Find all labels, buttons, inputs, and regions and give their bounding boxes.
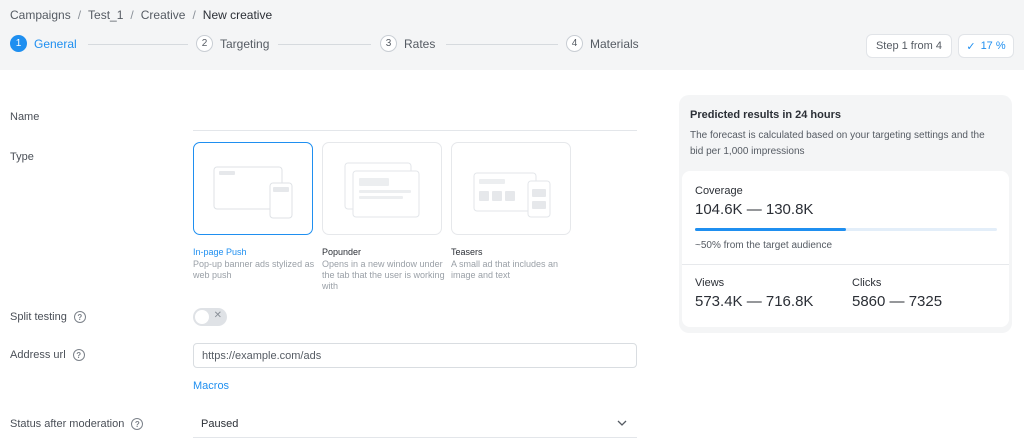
type-card-inpage-push[interactable]: [193, 142, 313, 235]
step-label: General: [34, 36, 77, 51]
progress-badge: ✓ 17 %: [958, 34, 1014, 58]
popunder-illustration-icon: [344, 162, 420, 218]
status-label: Status after moderation ?: [10, 418, 144, 430]
step-connector: [446, 44, 558, 45]
name-input[interactable]: [193, 130, 637, 131]
address-url-label-text: Address url: [10, 349, 66, 361]
macros-link[interactable]: Macros: [193, 380, 229, 392]
teasers-illustration-icon: [473, 172, 551, 218]
views-label: Views: [695, 277, 725, 289]
name-label: Name: [10, 111, 39, 123]
coverage-value: 104.6K — 130.8K: [695, 201, 814, 218]
type-title-popunder: Popunder: [322, 247, 362, 257]
name-label-text: Name: [10, 111, 40, 123]
check-icon: ✓: [966, 40, 976, 53]
progress-percent: 17 %: [980, 40, 1006, 52]
help-icon[interactable]: ?: [72, 349, 85, 361]
status-select-value: Paused: [201, 417, 239, 430]
address-url-label: Address url ?: [10, 349, 85, 361]
split-testing-label-text: Split testing: [10, 311, 67, 323]
coverage-note: ~50% from the target audience: [695, 240, 833, 251]
step-targeting[interactable]: 2 Targeting: [196, 35, 269, 52]
breadcrumb-item-creative[interactable]: Creative: [141, 8, 186, 22]
step-general[interactable]: 1 General: [10, 35, 77, 52]
step-number: 1: [10, 35, 27, 52]
breadcrumb: Campaigns / Test_1 / Creative / New crea…: [10, 8, 272, 22]
close-icon: ✕: [213, 310, 222, 321]
divider: [682, 264, 1009, 265]
type-title-inpage-push: In-page Push: [193, 247, 247, 257]
inpage-push-illustration-icon: [213, 166, 293, 219]
type-desc-teasers: A small ad that includes an image and te…: [451, 259, 559, 280]
type-card-teasers[interactable]: [451, 142, 571, 235]
step-number: 4: [566, 35, 583, 52]
breadcrumb-separator: /: [192, 8, 196, 22]
coverage-progress-fill: [695, 228, 846, 231]
breadcrumb-item-test[interactable]: Test_1: [88, 8, 123, 22]
split-testing-toggle[interactable]: ✕: [193, 308, 227, 326]
step-connector: [88, 44, 188, 45]
forecast-panel: Predicted results in 24 hours The foreca…: [679, 95, 1012, 333]
type-desc-inpage-push: Pop-up banner ads stylized as web push: [193, 259, 315, 280]
step-number: 3: [380, 35, 397, 52]
status-select[interactable]: Paused: [193, 410, 637, 438]
breadcrumb-item-campaigns[interactable]: Campaigns: [10, 8, 71, 22]
breadcrumb-separator: /: [77, 8, 82, 22]
breadcrumb-current: New creative: [202, 8, 273, 22]
breadcrumb-separator: /: [130, 8, 134, 22]
forecast-title: Predicted results in 24 hours: [690, 109, 841, 121]
coverage-progress-bar: [695, 228, 997, 231]
clicks-value: 5860 — 7325: [852, 293, 943, 310]
step-label: Rates: [404, 36, 436, 51]
address-url-input[interactable]: [193, 343, 637, 368]
type-card-popunder[interactable]: [322, 142, 442, 235]
forecast-description: The forecast is calculated based on your…: [690, 130, 985, 157]
step-number: 2: [196, 35, 213, 52]
coverage-label: Coverage: [695, 185, 743, 197]
clicks-label: Clicks: [852, 277, 882, 289]
type-label: Type: [10, 151, 34, 163]
step-counter: Step 1 from 4: [865, 34, 952, 58]
chevron-down-icon: [617, 420, 627, 426]
help-icon[interactable]: ?: [131, 418, 144, 430]
type-title-teasers: Teasers: [451, 247, 483, 257]
step-materials[interactable]: 4 Materials: [566, 35, 639, 52]
toggle-knob: [195, 310, 209, 324]
status-label-text: Status after moderation: [10, 418, 125, 430]
top-bar: Campaigns / Test_1 / Creative / New crea…: [0, 0, 1024, 70]
step-rates[interactable]: 3 Rates: [380, 35, 435, 52]
split-testing-label: Split testing ?: [10, 311, 86, 323]
stepper: 1 General 2 Targeting 3 Rates 4 Material…: [10, 35, 640, 55]
step-label: Targeting: [220, 36, 270, 51]
type-label-text: Type: [10, 151, 34, 163]
views-value: 573.4K — 716.8K: [695, 293, 814, 310]
step-connector: [278, 44, 371, 45]
step-label: Materials: [590, 36, 639, 51]
help-icon[interactable]: ?: [73, 311, 86, 323]
type-desc-popunder: Opens in a new window under the tab that…: [322, 259, 445, 291]
forecast-card: Coverage 104.6K — 130.8K ~50% from the t…: [682, 171, 1009, 327]
